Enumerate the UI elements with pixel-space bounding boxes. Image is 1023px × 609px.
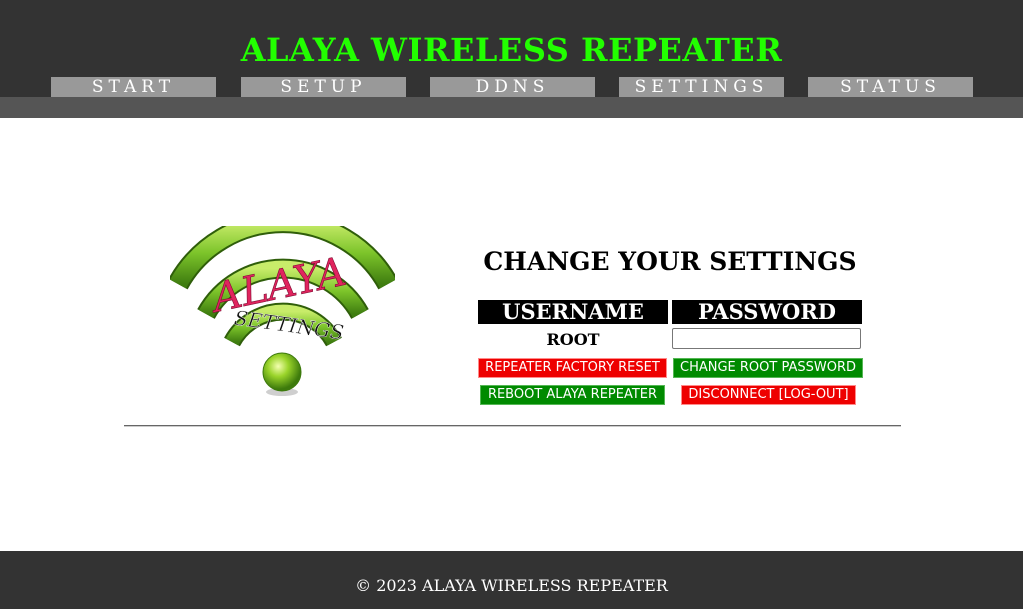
divider	[124, 425, 901, 427]
alaya-settings-logo: ALAYA SETTINGS	[170, 226, 395, 396]
disconnect-button[interactable]: DISCONNECT [LOG-OUT]	[681, 385, 856, 405]
username-column-header: USERNAME	[478, 300, 668, 324]
change-password-button[interactable]: CHANGE ROOT PASSWORD	[673, 358, 863, 378]
reboot-button[interactable]: REBOOT ALAYA REPEATER	[480, 385, 665, 405]
sub-header-bar	[0, 97, 1023, 118]
password-column-header: PASSWORD	[672, 300, 862, 324]
nav-setup[interactable]: SETUP	[241, 77, 406, 97]
copyright-text: © 2023 ALAYA WIRELESS REPEATER	[355, 576, 668, 595]
nav-settings[interactable]: SETTINGS	[619, 77, 784, 97]
header-bar: ALAYA WIRELESS REPEATER START SETUP DDNS…	[0, 0, 1023, 97]
username-value: ROOT	[546, 330, 600, 349]
settings-heading: CHANGE YOUR SETTINGS	[483, 247, 857, 276]
password-input[interactable]	[672, 328, 861, 349]
nav-status[interactable]: STATUS	[808, 77, 973, 97]
nav-start[interactable]: START	[51, 77, 216, 97]
site-title: ALAYA WIRELESS REPEATER	[240, 31, 783, 69]
factory-reset-button[interactable]: REPEATER FACTORY RESET	[478, 358, 667, 378]
nav-ddns[interactable]: DDNS	[430, 77, 595, 97]
footer-bar: © 2023 ALAYA WIRELESS REPEATER	[0, 551, 1023, 609]
